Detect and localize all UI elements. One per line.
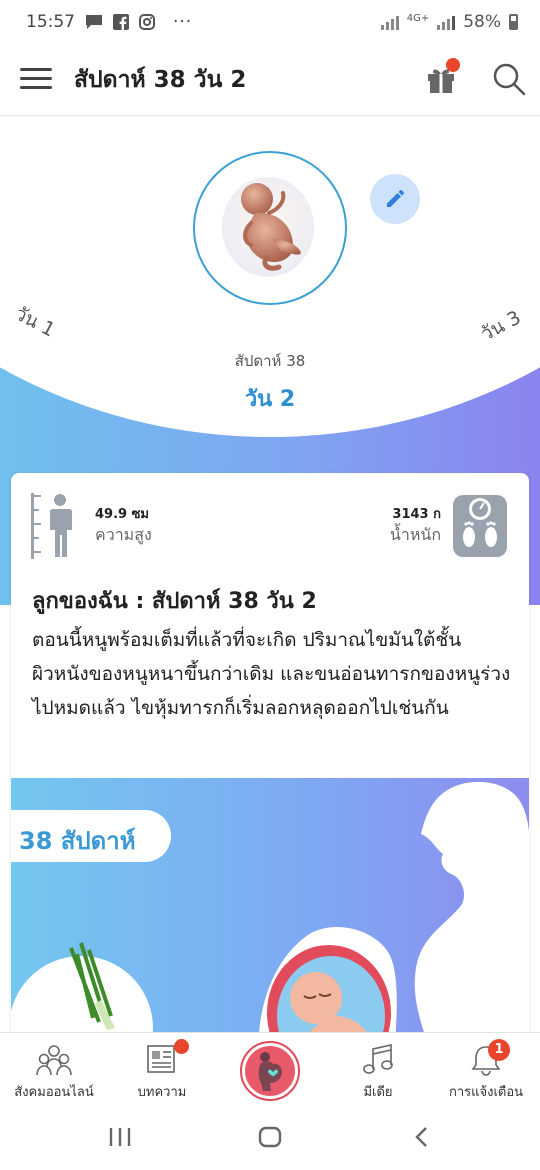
app-bar: สัปดาห์ 38 วัน 2 (0, 44, 540, 116)
status-more: ··· (173, 12, 193, 32)
weight-value: 3143 ก (392, 507, 441, 522)
music-icon (363, 1044, 393, 1074)
message-icon (86, 15, 102, 29)
card-title: ลูกของฉัน : สัปดาห์ 38 วัน 2 (32, 589, 317, 614)
baby-stats: 49.9 ซม ความสูง 3143 ก น้ำหนัก (11, 473, 529, 563)
facebook-icon (113, 14, 129, 30)
selected-day: วัน 2 (244, 387, 296, 412)
gift-notification-dot (446, 58, 460, 72)
card-description: ตอนนี้หนูพร้อมเต็มที่แล้วที่จะเกิด ปริมา… (32, 629, 511, 719)
instagram-icon (139, 14, 155, 30)
status-bar: 15:57 ··· 4G+ 58% (0, 0, 540, 44)
pregnancy-home-button[interactable] (240, 1041, 300, 1101)
baby-image[interactable] (193, 151, 347, 305)
selected-week: สัปดาห์ 38 (234, 352, 306, 370)
pregnancy-icon (258, 1052, 282, 1091)
edit-button[interactable] (370, 174, 420, 224)
height-value: 49.9 ซม (95, 507, 149, 522)
community-icon (36, 1045, 72, 1076)
battery-icon (509, 14, 518, 30)
nav-media[interactable]: มีเดีย (324, 1033, 432, 1107)
week-badge: 38 สัปดาห์ (11, 810, 171, 862)
scale-icon (453, 495, 507, 557)
nav-articles[interactable]: บทความ (108, 1033, 216, 1107)
articles-notification-dot (174, 1039, 189, 1054)
status-time: 15:57 (26, 12, 75, 32)
nav-notifications[interactable]: 1 การแจ้งเตือน (432, 1033, 540, 1107)
network-type: 4G+ (406, 12, 430, 24)
baby-info-card: 49.9 ซม ความสูง 3143 ก น้ำหนัก ลูกของฉัน… (11, 473, 529, 1073)
height-label: ความสูง (95, 525, 152, 544)
search-icon[interactable] (492, 62, 526, 96)
home-icon[interactable] (258, 1126, 282, 1148)
height-icon (31, 493, 72, 559)
recent-apps-icon[interactable] (108, 1126, 132, 1148)
week-illustration: 38 สัปดาห์ (11, 778, 529, 1073)
nav-notifications-label: การแจ้งเตือน (448, 1085, 524, 1100)
menu-icon[interactable] (20, 68, 52, 90)
nav-community[interactable]: สังคมออนไลน์ (0, 1033, 108, 1107)
page-title: สัปดาห์ 38 วัน 2 (74, 67, 247, 93)
fetus-illustration (222, 177, 314, 277)
back-icon[interactable] (412, 1126, 432, 1148)
week-badge-label: 38 สัปดาห์ (19, 827, 136, 855)
pencil-icon (387, 190, 404, 207)
notification-badge: 1 (488, 1039, 510, 1061)
nav-articles-label: บทความ (137, 1085, 187, 1100)
nav-media-label: มีเดีย (363, 1085, 393, 1100)
nav-community-label: สังคมออนไลน์ (14, 1085, 94, 1100)
system-navigation (0, 1106, 540, 1170)
weight-label: น้ำหนัก (389, 525, 441, 544)
signal-icon-2 (437, 14, 456, 30)
bottom-navigation: สังคมออนไลน์ บทความ มีเดีย 1 การแจ้งเตือ… (0, 1032, 540, 1106)
signal-icon (380, 14, 399, 30)
battery-percent: 58% (463, 12, 501, 32)
